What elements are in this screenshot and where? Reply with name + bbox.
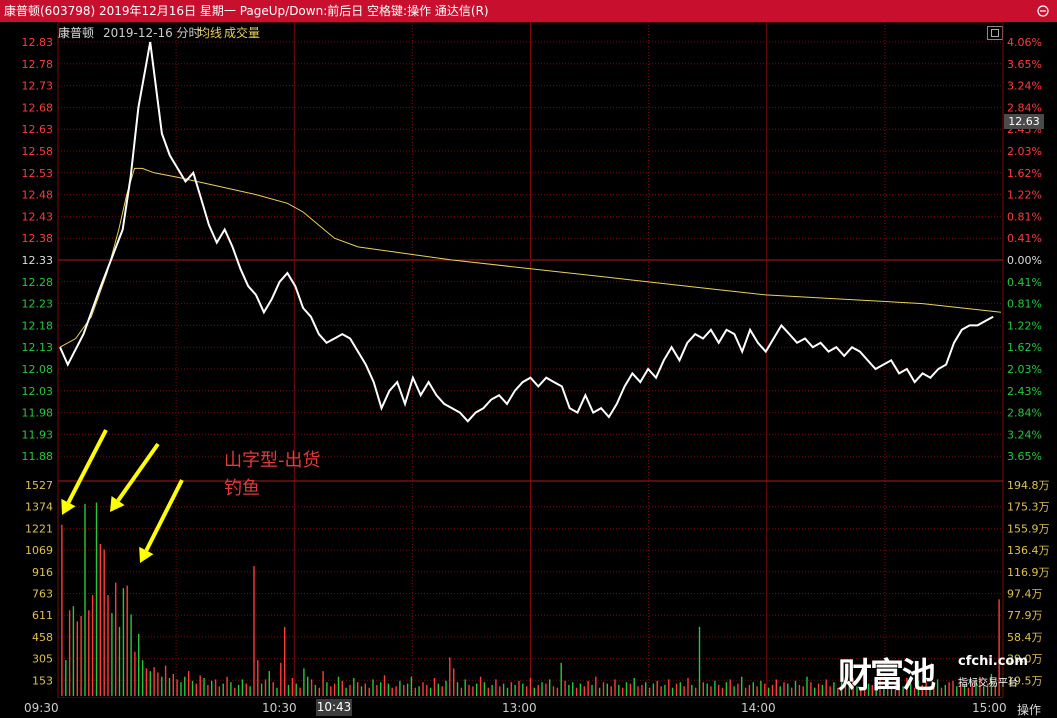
price-tick-label: 12.23 xyxy=(22,298,54,311)
operate-button[interactable]: 操作 xyxy=(1017,701,1041,718)
time-tick: 13:00 xyxy=(502,701,537,715)
pct-tick-label: 1.62% xyxy=(1007,167,1042,180)
pct-tick-label: 1.22% xyxy=(1007,189,1042,202)
pct-tick-label: 2.03% xyxy=(1007,363,1042,376)
current-price-tag: 12.63 xyxy=(1004,114,1044,129)
price-tick-label: 12.43 xyxy=(22,210,54,223)
price-tick-label: 12.73 xyxy=(22,80,54,93)
volume-unit-label: 175.3万 xyxy=(1007,501,1050,514)
watermark-brand: 财富池 xyxy=(838,656,936,696)
volume-tick-label: 916 xyxy=(32,566,53,579)
pct-tick-label: 3.65% xyxy=(1007,450,1042,463)
annotation-arrow xyxy=(144,479,184,552)
time-tick: 15:00 xyxy=(972,701,1007,715)
price-tick-label: 12.18 xyxy=(22,319,54,332)
price-tick-label: 12.68 xyxy=(22,101,54,114)
pct-tick-label: 1.62% xyxy=(1007,341,1042,354)
pct-tick-label: 4.06% xyxy=(1007,36,1042,49)
pct-tick-label: 2.84% xyxy=(1007,407,1042,420)
price-tick-label: 12.13 xyxy=(22,341,54,354)
time-tick: 10:30 xyxy=(262,701,297,715)
pct-tick-label: 3.24% xyxy=(1007,428,1042,441)
annotation-fishing: 钓鱼 xyxy=(224,478,260,499)
volume-tick-label: 1221 xyxy=(25,522,53,535)
price-tick-label: 11.93 xyxy=(22,428,54,441)
volume-tick-label: 1374 xyxy=(25,501,53,514)
price-line xyxy=(59,41,994,423)
price-tick-label: 12.48 xyxy=(22,189,54,202)
price-tick-label: 12.83 xyxy=(22,36,54,49)
pct-tick-label: 3.65% xyxy=(1007,58,1042,71)
volume-tick-label: 611 xyxy=(32,609,53,622)
price-tick-label: 12.08 xyxy=(22,363,54,376)
volume-unit-label: 97.4万 xyxy=(1007,588,1043,601)
price-tick-label: 11.88 xyxy=(22,450,54,463)
volume-unit-label: 155.9万 xyxy=(1007,522,1050,535)
volume-tick-label: 1527 xyxy=(25,479,53,492)
intraday-chart[interactable]: 12.83 4.06% 12.78 3.65% 12.73 3.24% 12.68 2.84%… xyxy=(0,22,1057,698)
volume-unit-label: 136.4万 xyxy=(1007,544,1050,557)
pct-tick-label: 3.24% xyxy=(1007,80,1042,93)
volume-unit-label: 116.9万 xyxy=(1007,566,1050,579)
price-tick-label: 12.78 xyxy=(22,58,54,71)
watermark-slogan: 指标交易平台 xyxy=(958,678,1018,689)
window-title: 康普顿(603798) 2019年12月16日 星期一 PageUp/Down:… xyxy=(4,4,489,18)
time-axis: 09:30 10:30 13:00 14:00 15:00 xyxy=(0,698,1057,718)
pct-tick-label: 0.81% xyxy=(1007,298,1042,311)
volume-tick-label: 458 xyxy=(32,631,53,644)
watermark-site: cfchi.com xyxy=(958,654,1028,669)
pct-tick-label: 0.41% xyxy=(1007,276,1042,289)
annotation-arrow xyxy=(116,442,160,502)
cursor-time-label: 10:43 xyxy=(316,699,352,716)
time-tick: 09:30 xyxy=(24,701,59,715)
title-bar: 康普顿(603798) 2019年12月16日 星期一 PageUp/Down:… xyxy=(0,0,1057,22)
price-tick-label: 12.03 xyxy=(22,385,54,398)
price-tick-label: 12.53 xyxy=(22,167,54,180)
volume-tick-label: 305 xyxy=(32,653,53,666)
pct-tick-label: 0.81% xyxy=(1007,210,1042,223)
pct-tick-label: 2.84% xyxy=(1007,101,1042,114)
volume-unit-label: 58.4万 xyxy=(1007,631,1043,644)
volume-unit-label: 194.8万 xyxy=(1007,479,1050,492)
price-tick-label: 12.63 xyxy=(22,123,54,136)
price-tick-label: 12.28 xyxy=(22,276,54,289)
time-tick: 14:00 xyxy=(741,701,776,715)
pct-tick-label: 1.22% xyxy=(1007,319,1042,332)
annotation-pattern: 山字型-出货 xyxy=(224,450,321,471)
price-tick-label: 11.98 xyxy=(22,407,54,420)
minimize-icon[interactable] xyxy=(1035,3,1051,19)
price-tick-label: 12.38 xyxy=(22,232,54,245)
volume-unit-label: 77.9万 xyxy=(1007,609,1043,622)
volume-tick-label: 1069 xyxy=(25,544,53,557)
pct-tick-label: 0.00% xyxy=(1007,254,1042,267)
annotation-arrow xyxy=(66,429,108,504)
pct-tick-label: 0.41% xyxy=(1007,232,1042,245)
volume-tick-label: 153 xyxy=(32,674,53,687)
volume-tick-label: 763 xyxy=(32,588,53,601)
pct-tick-label: 2.03% xyxy=(1007,145,1042,158)
price-tick-label: 12.58 xyxy=(22,145,54,158)
pct-tick-label: 2.43% xyxy=(1007,385,1042,398)
price-tick-label: 12.33 xyxy=(22,254,54,267)
